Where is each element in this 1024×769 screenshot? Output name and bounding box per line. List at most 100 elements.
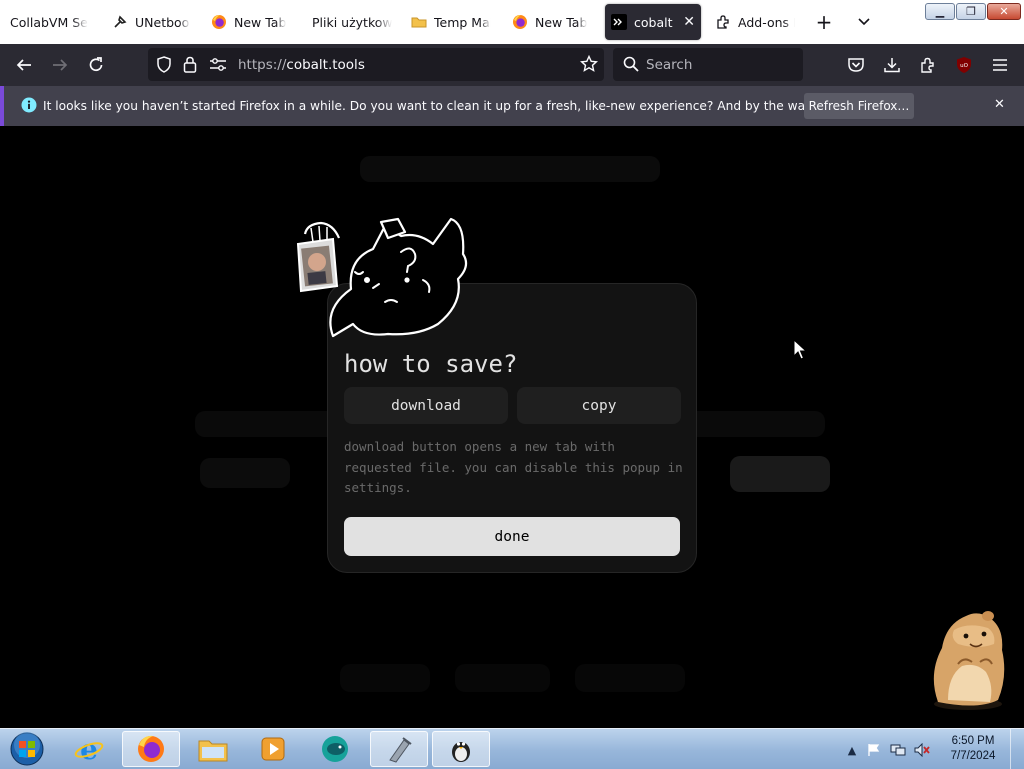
tab-label: New Tab [535, 14, 588, 30]
folder-icon [198, 740, 228, 762]
dialog-description: download button opens a new tab with req… [344, 439, 683, 495]
puzzle-icon [715, 14, 731, 30]
taskbar-explorer[interactable] [184, 731, 242, 767]
close-tab-icon[interactable]: ✕ [683, 14, 695, 30]
background-auto-button [200, 458, 290, 488]
tab-cobalt[interactable]: cobalt ✕ [605, 4, 701, 40]
puzzle-icon [921, 57, 934, 73]
taskbar-media-player[interactable] [244, 731, 302, 767]
volume-muted-icon[interactable] [914, 742, 930, 758]
search-bar[interactable]: Search [613, 48, 803, 81]
show-hidden-icons-icon[interactable]: ▲ [844, 742, 860, 758]
unetbootin-icon [389, 737, 412, 763]
svg-text:uO: uO [960, 63, 968, 69]
tab-unetbootin[interactable]: UNetbootin [106, 4, 196, 40]
background-settings-button [575, 664, 685, 692]
lock-icon[interactable] [183, 56, 197, 76]
reload-icon [89, 57, 103, 72]
dialog-title: how to save? [344, 350, 518, 378]
tool-icon [112, 14, 128, 30]
minimize-icon: ▁ [935, 5, 945, 18]
action-center-flag-icon[interactable] [866, 742, 882, 758]
firefox-icon [211, 14, 227, 30]
copy-button[interactable]: copy [517, 387, 681, 424]
forward-button[interactable] [48, 53, 72, 77]
tab-label: CollabVM Search [10, 14, 88, 30]
download-button[interactable]: download [344, 387, 508, 424]
downloads-button[interactable] [880, 53, 904, 77]
background-donate-button [455, 664, 550, 692]
network-icon[interactable] [890, 742, 906, 758]
media-player-icon [261, 737, 285, 761]
taskbar-internet-explorer[interactable]: e [60, 731, 118, 767]
app-menu-button[interactable] [988, 53, 1012, 77]
tab-label: Add-ons Manager [738, 14, 795, 30]
new-tab-button[interactable]: + [810, 8, 838, 36]
tab-pliki-uzytkownika[interactable]: Pliki użytkownika [306, 4, 398, 40]
taskbar-unetbootin-2[interactable] [432, 731, 490, 767]
clock-time: 6:50 PM [951, 735, 995, 747]
chevron-down-icon [858, 18, 870, 26]
close-window-button[interactable]: ✕ [987, 3, 1021, 20]
navigation-toolbar: https://cobalt.tools Search uO [0, 44, 1024, 86]
taskbar-firefox[interactable] [122, 731, 180, 767]
url-text[interactable]: https://cobalt.tools [238, 57, 365, 73]
clock-date: 7/7/2024 [950, 750, 996, 762]
tab-temp-mail[interactable]: Temp Mail [405, 4, 497, 40]
info-icon [21, 97, 37, 116]
notification-message: It looks like you haven’t started Firefo… [43, 99, 913, 113]
permissions-icon[interactable] [209, 57, 227, 75]
hamburger-menu-icon [993, 59, 1007, 71]
url-host: cobalt.tools [286, 57, 365, 73]
taskbar-fish-app[interactable] [306, 731, 364, 767]
list-all-tabs-button[interactable] [850, 8, 878, 36]
plus-icon: + [815, 10, 833, 34]
reload-button[interactable] [84, 53, 108, 77]
back-button[interactable] [12, 53, 36, 77]
ublock-origin-button[interactable]: uO [952, 53, 976, 77]
url-bar[interactable]: https://cobalt.tools [148, 48, 604, 81]
tab-label: UNetbootin [135, 14, 190, 30]
refresh-firefox-button[interactable]: Refresh Firefox… [804, 93, 914, 119]
windows-taskbar: e ▲ 6:50 PM 7/7/2024 [0, 728, 1024, 769]
tab-collabvm-search[interactable]: CollabVM Search [4, 4, 94, 40]
folder-icon [411, 14, 427, 30]
ublock-shield-icon: uO [957, 57, 971, 73]
mouse-cursor-icon [793, 339, 807, 360]
background-about-button [340, 664, 430, 692]
extensions-button[interactable] [916, 53, 940, 77]
fish-app-icon [322, 736, 348, 762]
cat-mascot-illustration [296, 217, 468, 338]
forward-arrow-icon [53, 59, 68, 71]
notification-bar: It looks like you haven’t started Firefo… [0, 86, 1024, 126]
download-icon [884, 58, 900, 73]
penguin-icon [452, 742, 470, 762]
pocket-icon [848, 58, 864, 72]
tab-new-tab-2[interactable]: New Tab [506, 4, 598, 40]
windows-orb-icon [10, 732, 44, 766]
internet-explorer-icon: e [74, 734, 104, 764]
start-button[interactable] [2, 731, 52, 767]
tab-label: cobalt [634, 14, 673, 30]
firefox-icon [512, 14, 528, 30]
tracking-shield-icon[interactable] [156, 56, 172, 76]
hamster-sticker-image [933, 611, 1005, 710]
done-button[interactable]: done [344, 517, 680, 556]
tab-label: New Tab [234, 14, 287, 30]
tab-label: Temp Mail [434, 14, 491, 30]
system-clock[interactable]: 6:50 PM 7/7/2024 [944, 734, 1002, 764]
pocket-button[interactable] [844, 53, 868, 77]
svg-text:e: e [80, 734, 98, 764]
restore-window-button[interactable]: ❐ [956, 3, 986, 20]
background-header [360, 156, 660, 182]
search-placeholder: Search [646, 57, 693, 73]
tab-new-tab-1[interactable]: New Tab [205, 4, 297, 40]
search-icon [623, 56, 639, 75]
tab-label: Pliki użytkownika [312, 14, 392, 30]
minimize-window-button[interactable]: ▁ [925, 3, 955, 20]
bookmark-star-icon[interactable] [579, 54, 599, 76]
close-notification-icon[interactable]: ✕ [994, 97, 1005, 112]
show-desktop-button[interactable] [1010, 729, 1024, 769]
taskbar-unetbootin[interactable] [370, 731, 428, 767]
tab-addons-manager[interactable]: Add-ons Manager [709, 4, 801, 40]
